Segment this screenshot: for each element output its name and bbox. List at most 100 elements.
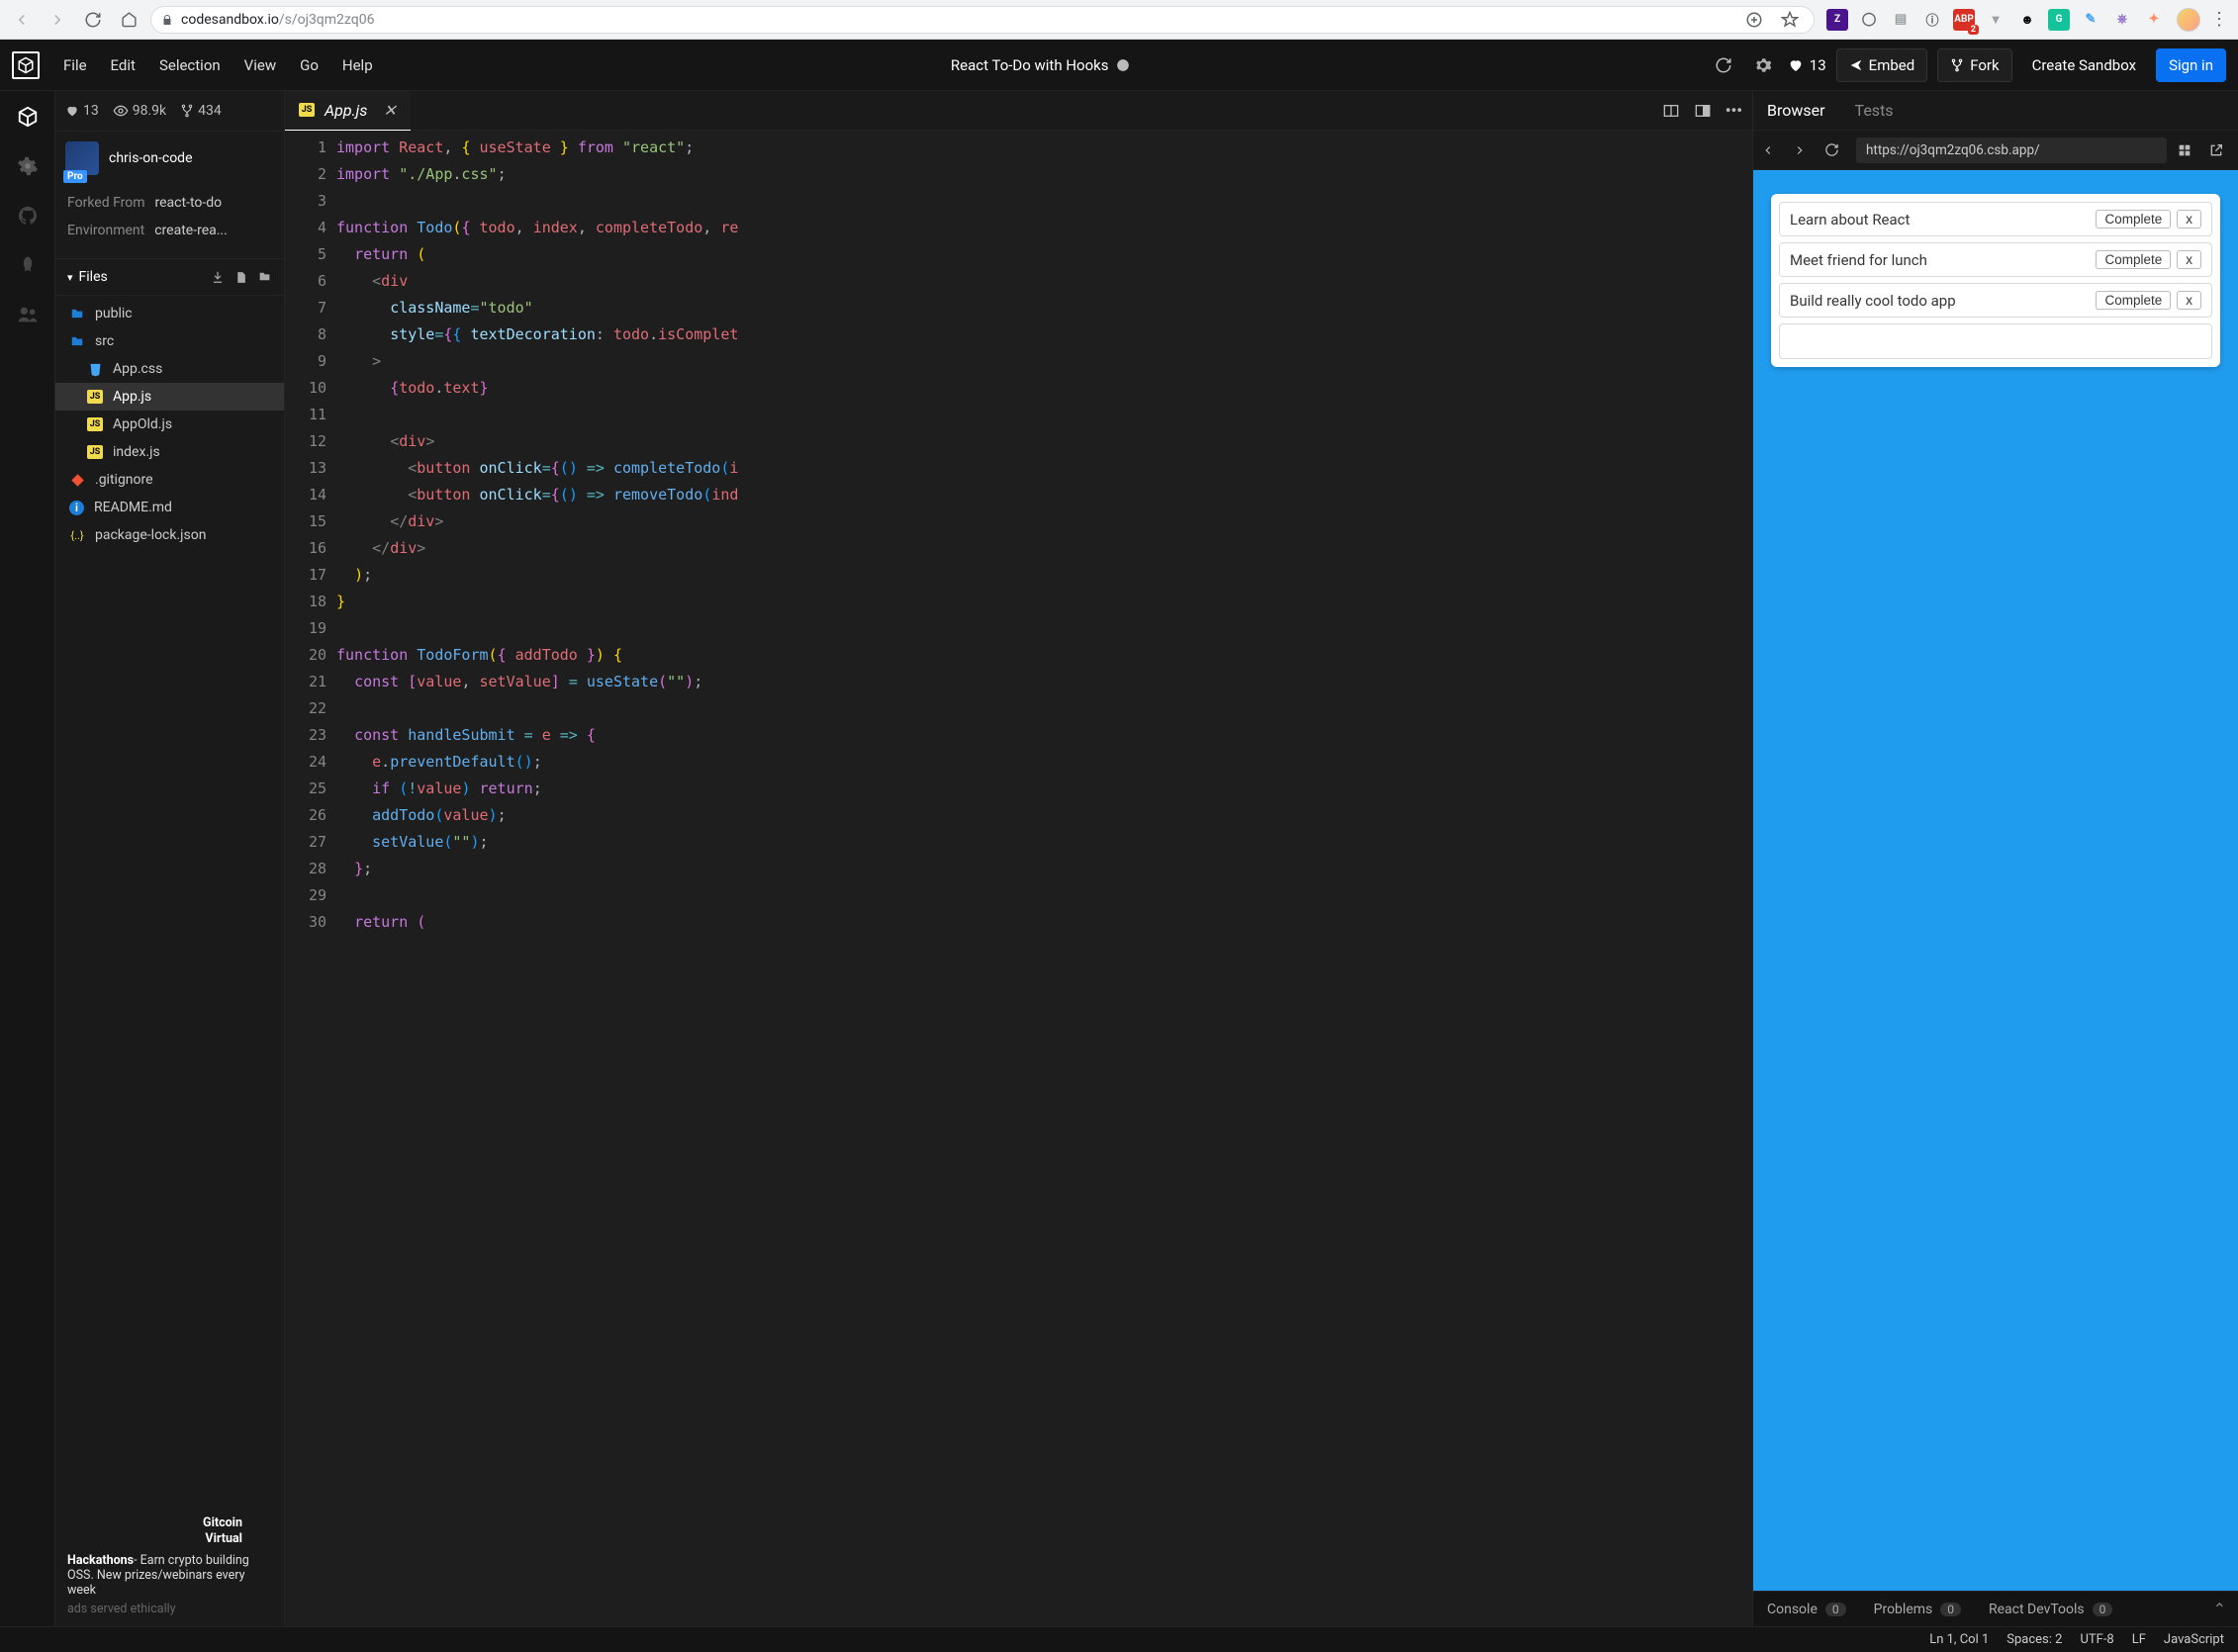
js-file-icon: JS [87,445,103,459]
close-icon[interactable]: ✕ [383,101,396,120]
activity-live-icon[interactable] [16,303,40,326]
menu-selection[interactable]: Selection [159,56,221,74]
tab-browser[interactable]: Browser [1767,101,1825,120]
preview-popout-icon[interactable] [2208,142,2230,158]
sidebar: 13 98.9k 434 Pro chris-on-code [55,91,285,1626]
pro-badge: Pro [63,170,87,183]
file-package-lock-json[interactable]: {..}package-lock.json [55,521,284,549]
extension-emoji-icon[interactable]: ☻ [2016,9,2038,31]
status-spaces[interactable]: Spaces: 2 [2006,1632,2062,1647]
add-icon[interactable] [1740,6,1768,34]
preview-url[interactable]: https://oj3qm2zq06.csb.app/ [1856,138,2167,163]
likes-count[interactable]: 13 [1788,56,1826,74]
layout-split-icon[interactable] [1662,103,1680,119]
sidebar-ad[interactable]: Gitcoin Virtual Hackathons- Earn crypto … [55,1506,284,1627]
js-file-icon: JS [299,103,315,117]
app-body: 13 98.9k 434 Pro chris-on-code [0,91,2238,1626]
create-sandbox-button[interactable]: Create Sandbox [2022,48,2146,82]
menu-view[interactable]: View [244,56,276,74]
status-bar: Ln 1, Col 1 Spaces: 2 UTF-8 LF JavaScrip… [0,1626,2238,1652]
home-icon[interactable] [115,6,142,34]
extension-info-icon[interactable]: ⓘ [1921,9,1943,31]
new-folder-icon[interactable] [257,270,272,285]
todo-text: Learn about React [1790,211,1910,229]
console-tab[interactable]: Console 0 [1753,1602,1860,1617]
menu-edit[interactable]: Edit [111,56,136,74]
css-file-icon [87,361,103,377]
stats-likes[interactable]: 13 [65,103,99,119]
remove-button[interactable]: x [2177,250,2201,269]
complete-button[interactable]: Complete [2096,291,2171,310]
nav-forward-icon[interactable] [44,6,71,34]
menu-file[interactable]: File [63,56,87,74]
code-editor[interactable]: 1234567891011121314151617181920212223242… [285,131,1752,1626]
file-App-css[interactable]: App.css [55,355,284,383]
complete-button[interactable]: Complete [2096,250,2171,269]
extension-circle-icon[interactable]: ◯ [1858,9,1880,31]
more-dots-icon[interactable]: ••• [1725,101,1742,120]
file-index-js[interactable]: JSindex.js [55,438,284,466]
settings-gear-icon[interactable] [1748,50,1778,80]
activity-settings-icon[interactable] [16,154,40,178]
status-encoding[interactable]: UTF-8 [2080,1632,2113,1647]
new-todo-input[interactable] [1779,323,2212,359]
profile-avatar[interactable] [2177,8,2200,32]
fork-button[interactable]: Fork [1937,48,2011,82]
status-eol[interactable]: LF [2132,1632,2146,1647]
menu-help[interactable]: Help [342,56,373,74]
file-src[interactable]: src [55,327,284,355]
extension-octo-icon[interactable]: ⎈ [2111,9,2133,31]
tab-tests[interactable]: Tests [1855,101,1894,120]
star-icon[interactable] [1776,6,1804,34]
preview-forward-icon[interactable] [1793,143,1815,157]
preview-structure-icon[interactable] [2177,142,2198,158]
preview-reload-icon[interactable] [1824,142,1846,157]
remove-button[interactable]: x [2177,210,2201,229]
todo-item: Meet friend for lunchCompletex [1779,242,2212,277]
remove-button[interactable]: x [2177,291,2201,310]
forked-from-link[interactable]: react-to-do [155,195,223,211]
status-language[interactable]: JavaScript [2164,1632,2224,1647]
activity-github-icon[interactable] [16,204,40,228]
download-icon[interactable] [211,270,225,285]
activity-deploy-icon[interactable] [16,253,40,277]
extension-quill-icon[interactable]: ✎ [2080,9,2101,31]
extension-vue-icon[interactable]: ▼ [1985,9,2006,31]
layout-preview-icon[interactable] [1694,103,1712,119]
menu-dots-icon[interactable]: ⋮ [2208,9,2230,30]
omnibox[interactable]: codesandbox.io/s/oj3qm2zq06 [150,6,1815,34]
js-file-icon: JS [87,417,103,431]
problems-tab[interactable]: Problems 0 [1860,1602,1975,1617]
nav-back-icon[interactable] [8,6,36,34]
file--gitignore[interactable]: .gitignore [55,466,284,494]
git-file-icon [69,472,85,488]
codesandbox-logo-icon[interactable] [12,51,40,79]
new-file-icon[interactable] [234,270,247,285]
extension-mask-icon[interactable]: ✦ [2143,9,2165,31]
refresh-icon[interactable] [1709,50,1738,80]
extension-adblock-icon[interactable]: ABP2 [1953,9,1975,31]
status-position[interactable]: Ln 1, Col 1 [1929,1632,1989,1647]
extension-grammarly-icon[interactable]: G [2048,9,2070,31]
extension-Z-icon[interactable]: Z [1826,9,1848,31]
chevron-up-icon[interactable]: ⌃ [2201,1600,2238,1618]
editor-tab-appjs[interactable]: JS App.js ✕ [285,91,411,131]
sign-in-button[interactable]: Sign in [2156,48,2226,82]
preview-back-icon[interactable] [1761,143,1783,157]
activity-sandbox-icon[interactable] [16,105,40,129]
file-AppOld-js[interactable]: JSAppOld.js [55,411,284,438]
file-public[interactable]: public [55,300,284,327]
codesandbox-app: File Edit Selection View Go Help React To-Do … [0,40,2238,1652]
owner-name[interactable]: chris-on-code [109,150,193,166]
owner-avatar[interactable]: Pro [65,141,99,175]
files-panel-header[interactable]: ▾ Files [55,258,284,296]
embed-button[interactable]: Embed [1836,48,1928,82]
extension-doc-icon[interactable]: ▤ [1890,9,1912,31]
menu-go[interactable]: Go [300,56,319,74]
complete-button[interactable]: Complete [2096,210,2171,229]
react-devtools-tab[interactable]: React DevTools 0 [1975,1602,2126,1617]
sandbox-title[interactable]: React To-Do with Hooks [951,56,1109,74]
file-App-js[interactable]: JSApp.js [55,383,284,411]
reload-icon[interactable] [79,6,107,34]
file-README-md[interactable]: iREADME.md [55,494,284,521]
